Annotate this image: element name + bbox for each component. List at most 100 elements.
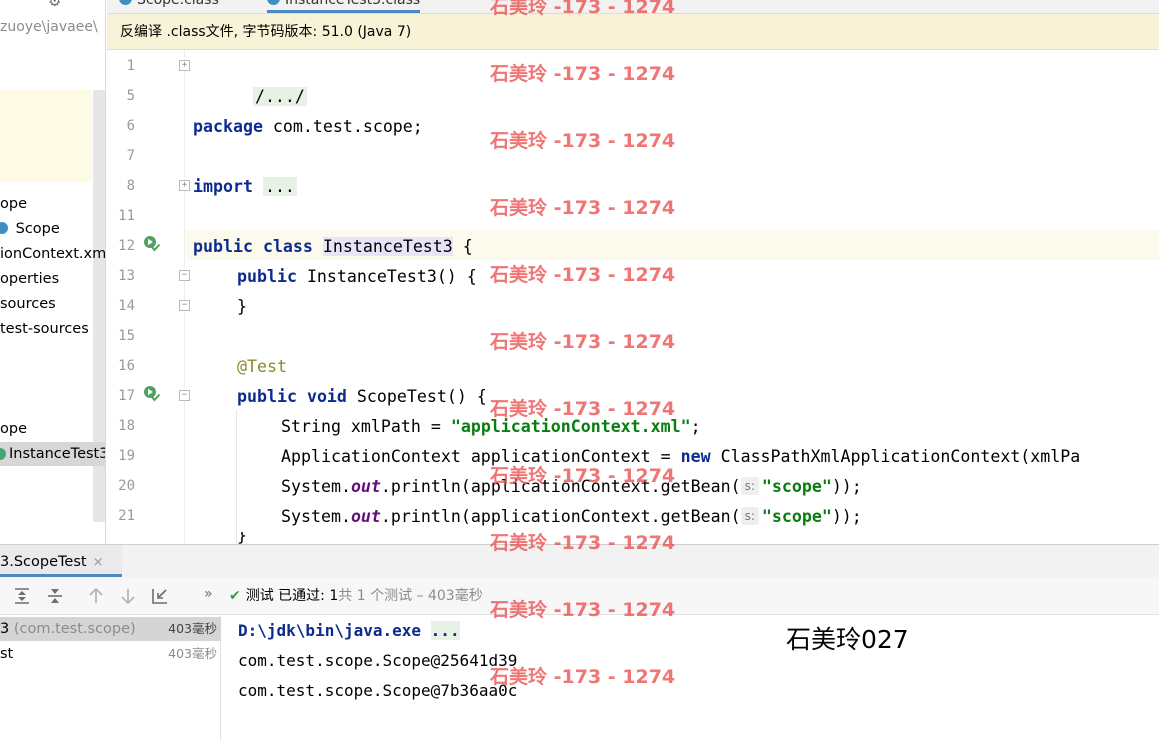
line-number: 13 — [118, 268, 135, 284]
code-text: ; — [690, 417, 701, 436]
keyword: class — [262, 237, 313, 256]
code-line: public void ScopeTest() { — [237, 382, 487, 412]
tree-item-sources[interactable]: sources — [0, 292, 56, 316]
code-text: )); — [831, 477, 862, 496]
class-file-icon — [267, 0, 280, 5]
editor-tab-bar: Scope.class InstanceTest3.class — [107, 0, 1159, 14]
code-line: /.../ — [193, 52, 307, 106]
code-line: ApplicationContext applicationContext = … — [281, 442, 1080, 472]
console-output[interactable]: D:\jdk\bin\java.exe ... com.test.scope.S… — [222, 616, 1159, 741]
tree-item-scope-package[interactable]: ope — [0, 192, 27, 216]
tree-item-label: sources — [0, 296, 56, 312]
line-number: 1 — [126, 58, 135, 74]
line-number: 6 — [126, 118, 135, 134]
import-tests-icon[interactable] — [150, 586, 170, 606]
console-command-line: D:\jdk\bin\java.exe ... — [238, 616, 460, 646]
keyword: new — [680, 447, 711, 466]
project-path: zuoye\javaee\ — [0, 19, 98, 35]
run-tab-scope-test[interactable]: 3.ScopeTest × — [0, 545, 122, 577]
tree-item-label: InstanceTest3 — [9, 446, 106, 462]
tree-item-label: ope — [0, 421, 27, 437]
folded-region[interactable]: /.../ — [252, 87, 307, 106]
code-text: .println(applicationContext.getBean( — [380, 507, 741, 526]
run-toolbar: » ✔ 测试 已通过: 1共 1 个测试 – 403毫秒 — [0, 577, 1159, 615]
tree-highlight-band — [0, 90, 92, 182]
line-number: 7 — [126, 148, 135, 164]
console-command: D:\jdk\bin\java.exe — [238, 621, 422, 640]
code-text: } — [237, 297, 247, 316]
keyword: package — [193, 117, 263, 136]
code-text: ApplicationContext applicationContext = — [281, 447, 681, 466]
decompiled-banner: 反编译 .class文件, 字节码版本: 51.0 (Java 7) — [107, 14, 1159, 50]
static-field: out — [350, 507, 381, 526]
code-line: import ... — [193, 172, 297, 202]
gear-icon[interactable]: ⚙ — [48, 0, 61, 10]
method-decl: ScopeTest() { — [346, 387, 487, 406]
tree-item-label: ope — [0, 196, 27, 212]
tab-scope-class[interactable]: Scope.class — [119, 0, 219, 13]
tree-item-properties[interactable]: operties — [0, 267, 59, 291]
line-number: 14 — [118, 298, 135, 314]
code-line: System.out.println(applicationContext.ge… — [281, 502, 862, 532]
arrow-up-icon[interactable] — [86, 586, 106, 606]
tree-item-scope-class[interactable]: Scope — [0, 217, 60, 241]
run-test-icon[interactable] — [143, 235, 161, 253]
code-line: package com.test.scope; — [193, 112, 423, 142]
string-literal: "scope" — [761, 477, 832, 496]
line-number: 12 — [118, 238, 135, 254]
string-literal: "applicationContext.xml" — [450, 417, 691, 436]
line-number: 17 — [118, 388, 135, 404]
class-file-icon — [0, 222, 8, 234]
tab-label: Scope.class — [137, 0, 219, 8]
tree-item-scope-test-package[interactable]: ope — [0, 417, 27, 441]
test-status-summary: ✔ 测试 已通过: 1共 1 个测试 – 403毫秒 — [229, 577, 483, 615]
keyword: public — [193, 237, 253, 256]
tree-item-instance-test3[interactable]: InstanceTest3 — [0, 442, 106, 466]
code-text: .println(applicationContext.getBean( — [380, 477, 741, 496]
test-row-scope-test[interactable]: st 403毫秒 — [0, 642, 221, 666]
keyword: import — [193, 177, 253, 196]
code-line: @Test — [237, 352, 287, 382]
code-line: public class InstanceTest3 { — [193, 232, 473, 262]
code-text: { — [452, 237, 473, 256]
editor-gutter: 1 5 6 7 8 11 12 13 14 15 16 17 18 19 20 … — [107, 50, 190, 544]
line-number: 20 — [118, 478, 135, 494]
run-tab-label: 3.ScopeTest — [0, 554, 87, 570]
arrow-down-icon[interactable] — [118, 586, 138, 606]
code-text: )); — [831, 507, 862, 526]
test-row-instance-test3[interactable]: 3 (com.test.scope) 403毫秒 — [0, 617, 221, 641]
test-duration: 403毫秒 — [168, 621, 217, 636]
collapse-all-icon[interactable] — [45, 586, 65, 606]
check-icon: ✔ — [229, 588, 241, 604]
keyword: public — [237, 267, 297, 286]
code-text: ClassPathXmlApplicationContext(xmlPa — [710, 447, 1081, 466]
console-command-folded[interactable]: ... — [430, 621, 460, 640]
static-field: out — [350, 477, 381, 496]
code-line: } — [237, 292, 247, 322]
more-actions-chevron[interactable]: » — [204, 586, 213, 602]
folded-imports[interactable]: ... — [262, 177, 297, 196]
tree-item-test-sources[interactable]: test-sources — [0, 317, 89, 341]
code-area[interactable]: /.../ package com.test.scope; import ...… — [186, 50, 1159, 544]
tab-instance-test3-class[interactable]: InstanceTest3.class — [267, 0, 421, 13]
test-name: st — [0, 646, 14, 662]
class-file-icon — [119, 0, 132, 5]
line-number: 21 — [118, 508, 135, 524]
tree-item-application-context-xml[interactable]: ionContext.xml — [0, 242, 105, 266]
annotation: @Test — [237, 357, 287, 376]
expand-all-icon[interactable] — [12, 586, 32, 606]
parameter-hint: s: — [740, 477, 759, 495]
test-class-icon — [0, 448, 6, 460]
test-name: 3 — [0, 621, 10, 637]
code-line: String xmlPath = "applicationContext.xml… — [281, 412, 701, 442]
package-name: com.test.scope; — [262, 117, 423, 136]
code-line: System.out.println(applicationContext.ge… — [281, 472, 862, 502]
code-line: public InstanceTest3() { — [237, 262, 477, 292]
code-editor[interactable]: 1 5 6 7 8 11 12 13 14 15 16 17 18 19 20 … — [107, 50, 1159, 544]
close-icon[interactable]: × — [93, 555, 104, 570]
console-line: com.test.scope.Scope@25641d39 — [238, 651, 518, 670]
status-passed: 测试 已通过: 1 — [245, 588, 339, 604]
run-test-icon[interactable] — [143, 385, 161, 403]
line-number: 19 — [118, 448, 135, 464]
code-text: System. — [281, 477, 351, 496]
